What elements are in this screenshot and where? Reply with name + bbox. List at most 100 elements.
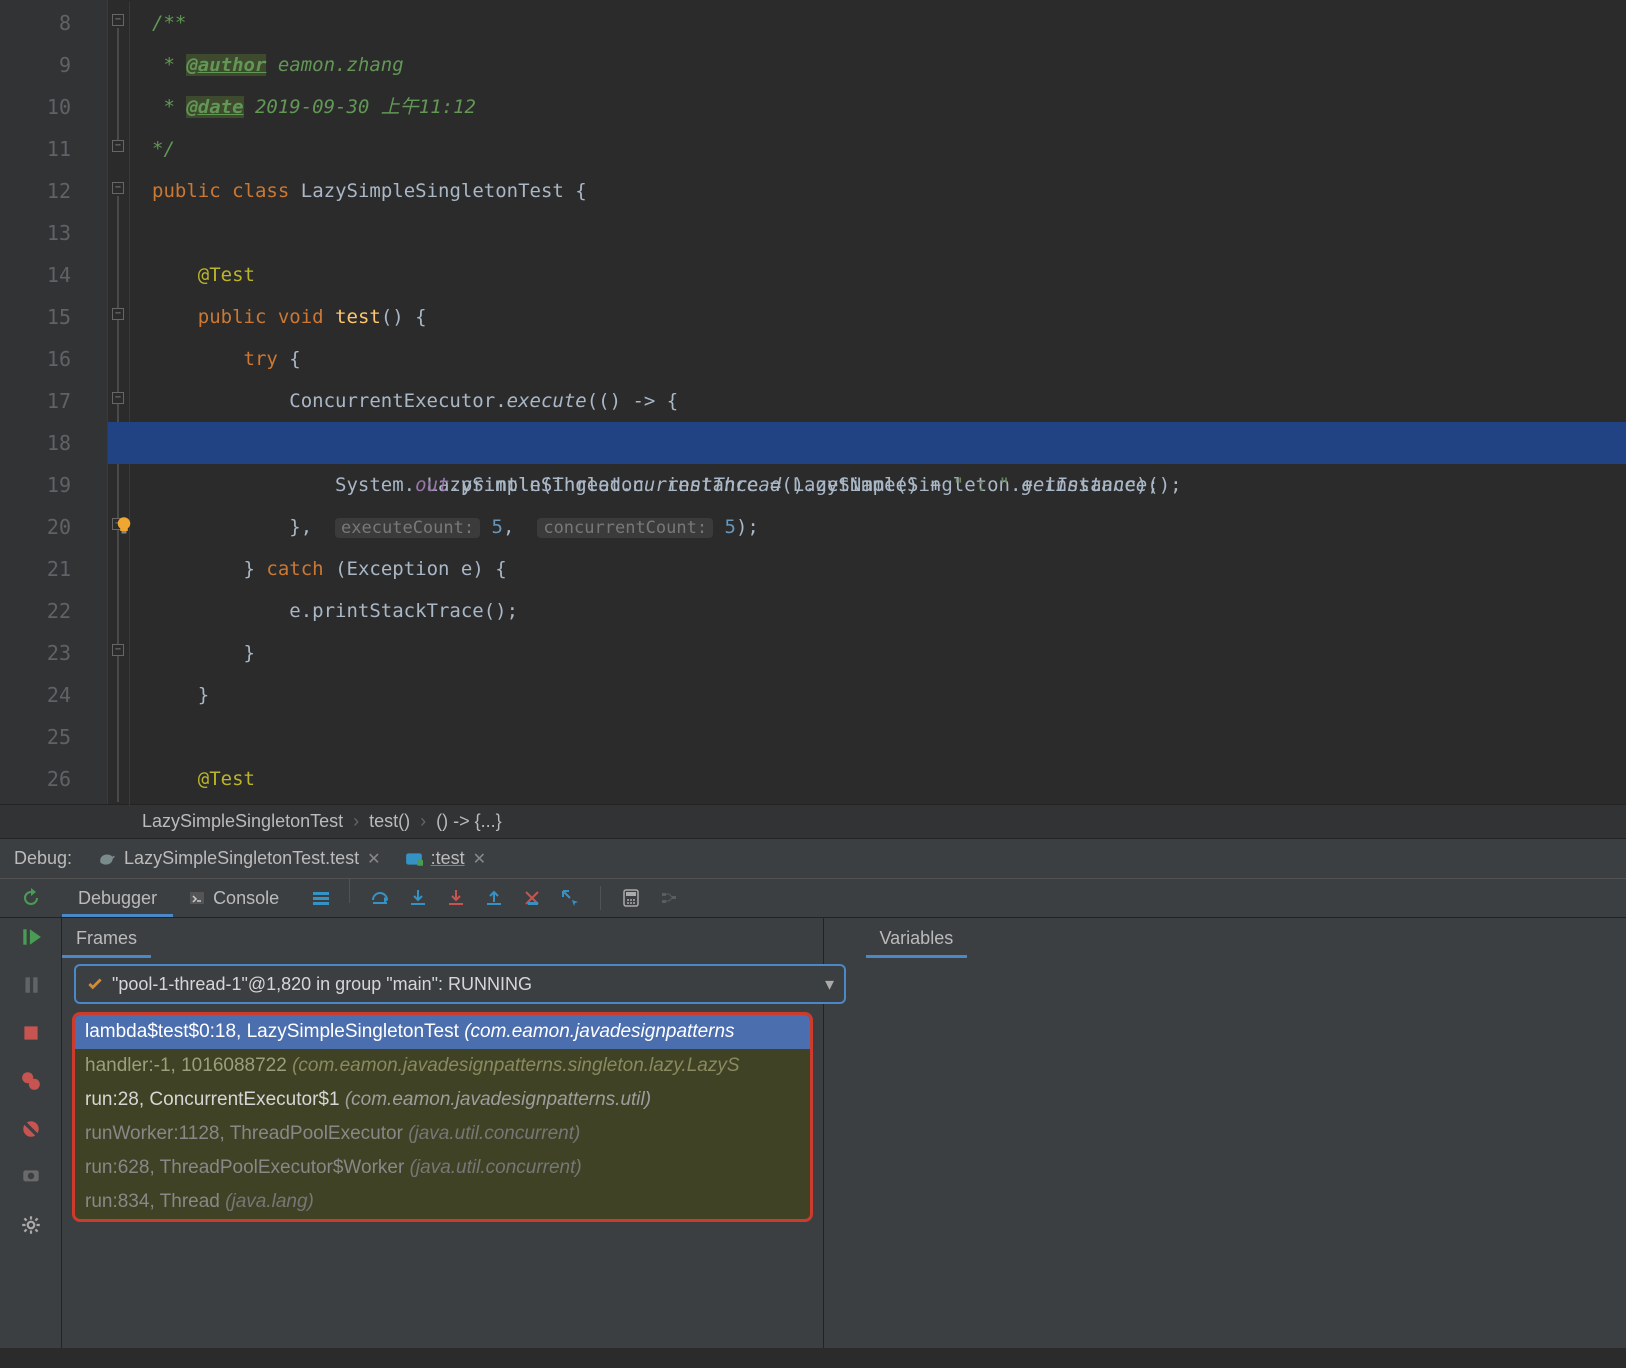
drop-frame-button[interactable] [522,888,542,908]
stack-frame[interactable]: run:28, ConcurrentExecutor$1 (com.eamon.… [75,1083,810,1117]
line-number: 18 [0,422,107,464]
stack-frame[interactable]: run:628, ThreadPoolExecutor$Worker (java… [75,1151,810,1185]
debug-session-tab[interactable]: :test ✕ [393,839,498,878]
stack-frame[interactable]: handler:-1, 1016088722 (com.eamon.javade… [75,1049,810,1083]
code-line[interactable]: public void test() { [108,296,1626,338]
line-number: 13 [0,212,107,254]
line-number: 9 [0,44,107,86]
code-line[interactable]: * @date 2019-09-30 上午11:12 [108,86,1626,128]
thread-select[interactable]: "pool-1-thread-1"@1,820 in group "main":… [74,964,846,1004]
step-out-button[interactable] [484,888,504,908]
debug-toolbar: Debugger Console [0,878,1626,918]
code-line-current[interactable]: LazySimpleSingleton instance = LazySimpl… [108,422,1626,464]
close-icon[interactable]: ✕ [367,849,380,869]
code-line[interactable]: * @author eamon.zhang [108,44,1626,86]
run-to-cursor-icon [560,888,580,908]
close-icon[interactable]: ✕ [473,849,486,869]
pause-button[interactable] [20,974,42,996]
line-number: 10 [0,86,107,128]
code-line[interactable]: System.out.println(Thread.currentThread(… [108,464,1626,506]
param-hint: executeCount: [335,518,480,538]
force-step-into-button[interactable] [446,888,466,908]
line-number: 11 [0,128,107,170]
code-line[interactable]: @Test [108,254,1626,296]
tool-tab-label: Debugger [78,888,157,909]
thread-select-label: "pool-1-thread-1"@1,820 in group "main":… [112,974,532,995]
view-breakpoints-button[interactable] [20,1070,42,1092]
line-number: 25 [0,716,107,758]
code-line[interactable]: /** [108,2,1626,44]
frames-panel: Frames "pool-1-thread-1"@1,820 in group … [62,918,824,1348]
drop-frame-icon [522,888,542,908]
code-line[interactable]: public class LazySimpleSingletonTest { [108,170,1626,212]
step-over-button[interactable] [370,888,390,908]
breadcrumb-bar[interactable]: LazySimpleSingletonTest › test() › () ->… [0,804,1626,838]
line-number: 15 [0,296,107,338]
code-line[interactable]: }, executeCount: 5, concurrentCount: 5); [108,506,1626,548]
line-number: 19 [0,464,107,506]
test-annotation: @Test [198,768,255,790]
tab-label: :test [431,848,465,869]
code-line[interactable] [108,212,1626,254]
frames-tab[interactable]: Frames [62,918,151,958]
evaluate-expression-button[interactable] [621,888,641,908]
run-to-cursor-button[interactable] [560,888,580,908]
editor-gutter: 8 9 10 11 12 13 14 15 16 17 18 19 20 21 … [0,0,108,804]
breadcrumb-item[interactable]: () -> {...} [436,811,502,832]
javadoc-author-tag: @author [186,54,266,76]
resume-button[interactable] [20,926,42,948]
stack-frame[interactable]: runWorker:1128, ThreadPoolExecutor (java… [75,1117,810,1151]
task-icon [405,850,423,868]
variables-body[interactable] [866,958,1626,1348]
frames-list[interactable]: lambda$test$0:18, LazySimpleSingletonTes… [72,1012,813,1222]
test-annotation: @Test [198,264,255,286]
stop-button[interactable] [20,1022,42,1044]
check-icon [86,975,104,993]
line-number: 24 [0,674,107,716]
javadoc-date-tag: @date [186,96,243,118]
stack-frame[interactable]: run:834, Thread (java.lang) [75,1185,810,1219]
code-line[interactable]: try { [108,338,1626,380]
gradle-elephant-icon [98,850,116,868]
variables-tab[interactable]: Variables [866,918,968,958]
threads-view-button[interactable] [295,879,347,917]
mute-breakpoints-button[interactable] [20,1118,42,1140]
line-number: 12 [0,170,107,212]
code-editor[interactable]: 8 9 10 11 12 13 14 15 16 17 18 19 20 21 … [0,0,1626,804]
chevron-right-icon: › [420,811,426,832]
debugger-tool-tab[interactable]: Debugger [62,879,173,917]
step-into-button[interactable] [408,888,428,908]
stream-icon [659,888,679,908]
rerun-button[interactable] [0,879,62,917]
debug-session-tab[interactable]: LazySimpleSingletonTest.test ✕ [86,839,393,878]
code-line[interactable]: } catch (Exception e) { [108,548,1626,590]
tool-tab-label: Console [213,888,279,909]
code-line[interactable] [108,716,1626,758]
line-number: 23 [0,632,107,674]
doc-comment-open: /** [152,12,186,34]
method-name: test [335,306,381,328]
line-number: 14 [0,254,107,296]
code-line[interactable]: */ [108,128,1626,170]
code-line[interactable]: } [108,632,1626,674]
breadcrumb-item[interactable]: test() [369,811,410,832]
code-line[interactable]: @Test [108,758,1626,800]
line-number: 20 [0,506,107,548]
code-line[interactable]: ConcurrentExecutor.execute(() -> { [108,380,1626,422]
settings-button[interactable] [20,1214,42,1236]
code-line[interactable]: e.printStackTrace(); [108,590,1626,632]
debug-tabbar: Debug: LazySimpleSingletonTest.test ✕ :t… [0,838,1626,878]
get-thread-dump-button[interactable] [20,1166,42,1188]
line-number: 22 [0,590,107,632]
breadcrumb-item[interactable]: LazySimpleSingletonTest [142,811,343,832]
code-line[interactable]: } [108,674,1626,716]
trace-current-stream-button[interactable] [659,888,679,908]
step-out-icon [484,888,504,908]
param-hint: concurrentCount: [537,518,713,538]
code-area[interactable]: − − − − − − − /** * @author eamon.zhang … [108,0,1626,804]
console-tool-tab[interactable]: Console [173,879,295,917]
intention-bulb-icon[interactable] [114,432,134,452]
frames-side-actions [824,918,866,1348]
stack-frame[interactable]: lambda$test$0:18, LazySimpleSingletonTes… [75,1015,810,1049]
debug-label: Debug: [0,839,86,878]
